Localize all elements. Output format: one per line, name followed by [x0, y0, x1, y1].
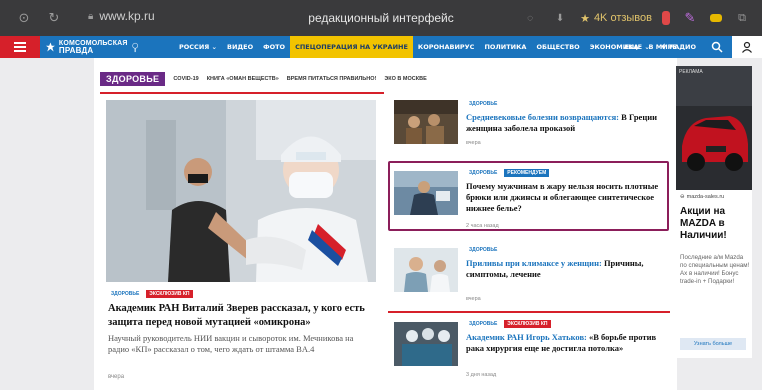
nav-region-label: РОССИЯ — [179, 43, 210, 51]
nav-item-coronavirus[interactable]: КОРОНАВИРУС — [413, 36, 480, 58]
nav-radio[interactable]: 🔈︎ РАДИО — [656, 36, 702, 58]
title-link-part: Средневековые болезни возвращаются: — [466, 112, 620, 122]
bookmark-icon[interactable] — [662, 11, 670, 25]
order-emblem-icon — [131, 42, 138, 53]
main-story-time: вчера — [108, 374, 125, 380]
surgeons-image — [394, 322, 458, 366]
ad-domain: ⊖ mazda-sales.ru — [680, 194, 724, 200]
chevron-down-icon: ⌄ — [644, 43, 650, 51]
nav-radio-label: РАДИО — [669, 43, 696, 51]
section-divider — [100, 92, 384, 94]
menu-icon-bar — [14, 42, 26, 44]
main-story-lead: Научный руководитель НИИ вакцин и сыворо… — [108, 333, 354, 354]
news-card[interactable]: ЗДОРОВЬЕ ЭКСКЛЮЗИВ КП Академик РАН Игорь… — [388, 314, 670, 388]
nav-more[interactable]: ЕЩЕ ⌄ — [619, 36, 656, 58]
news-card-title[interactable]: Академик РАН Игорь Хатьков: «В борьбе пр… — [466, 332, 666, 354]
tag-health[interactable]: ЗДОРОВЬЕ — [466, 320, 500, 328]
news-card-tags: ЗДОРОВЬЕ — [466, 246, 500, 254]
ad-badge: РЕКЛАМА — [679, 69, 703, 75]
nav-item-photo[interactable]: ФОТО — [258, 36, 290, 58]
news-thumb — [394, 322, 458, 366]
pen-icon[interactable]: ✎ — [680, 8, 700, 28]
red-car-image — [676, 66, 752, 190]
tag-health[interactable]: ЗДОРОВЬЕ — [466, 246, 500, 254]
site-header: КОМСОМОЛЬСКАЯ ПРАВДА РОССИЯ ⌄ ВИДЕО ФОТО… — [0, 36, 762, 58]
chevron-down-icon: ⌄ — [211, 43, 217, 51]
subtag-covid[interactable]: COVID-19 — [173, 76, 198, 82]
main-story-title[interactable]: Академик РАН Виталий Зверев рассказал, у… — [108, 302, 368, 330]
browser-logo-icon[interactable]: ⊙ — [14, 8, 34, 28]
news-card-time: 3 дня назад — [466, 372, 497, 378]
link-icon: ⊖ — [680, 194, 685, 200]
menu-button[interactable] — [0, 36, 40, 58]
rubric-health[interactable]: ЗДОРОВЬЕ — [100, 72, 166, 86]
nav-region[interactable]: РОССИЯ ⌄ — [174, 36, 222, 58]
news-card[interactable]: ЗДОРОВЬЕ Приливы при климаксе у женщин: … — [388, 238, 670, 308]
lock-icon: 🔒︎ — [88, 10, 94, 22]
reviews-badge[interactable]: ★ 4K отзывов — [580, 12, 652, 25]
reviews-text: 4K отзывов — [593, 12, 652, 24]
tag-exclusive[interactable]: ЭКСКЛЮЗИВ КП — [504, 320, 551, 328]
news-card-title[interactable]: Средневековые болезни возвращаются: В Гр… — [466, 112, 666, 134]
news-thumb — [394, 248, 458, 292]
nav-item-society[interactable]: ОБЩЕСТВО — [531, 36, 584, 58]
main-nav: РОССИЯ ⌄ ВИДЕО ФОТО СПЕЦОПЕРАЦИЯ НА УКРА… — [174, 36, 682, 58]
logo-star-icon — [46, 42, 55, 52]
content-area: ЗДОРОВЬЕ COVID-19 КНИГА «ОМАН ВЕЩЕСТВ» В… — [94, 58, 677, 390]
logo-line2: ПРАВДА — [58, 46, 94, 55]
editor-highlight-frame — [388, 161, 669, 231]
ad-text: Последние а/м Mazda по специальным ценам… — [680, 254, 750, 285]
browser-toolbar: ⊙ ↻ 🔒︎ www.kp.ru редакционный интерфейс … — [0, 0, 762, 36]
news-card-time: вчера — [466, 296, 481, 302]
search-button[interactable] — [702, 36, 732, 58]
address-bar[interactable]: 🔒︎ www.kp.ru — [88, 9, 155, 23]
ad-banner[interactable]: РЕКЛАМА ⊖ mazda-sales.ru Акции на MAZDA в… — [676, 66, 752, 358]
menu-icon-bar — [14, 46, 26, 48]
nav-item-special-operation[interactable]: СПЕЦОПЕРАЦИЯ НА УКРАИНЕ — [290, 36, 413, 58]
nav-more-label: ЕЩЕ — [624, 43, 643, 51]
tag-health[interactable]: ЗДОРОВЬЕ — [466, 100, 500, 108]
search-icon — [711, 41, 723, 53]
subtag-eco-moscow[interactable]: ЭКО В МОСКВЕ — [384, 76, 426, 82]
news-thumb — [394, 100, 458, 144]
woman-at-doctor-image — [394, 248, 458, 292]
main-story-photo[interactable] — [106, 100, 376, 282]
tag-exclusive[interactable]: ЭКСКЛЮЗИВ КП — [146, 290, 193, 298]
translate-icon[interactable]: ⧉ — [732, 8, 752, 28]
ad-image: РЕКЛАМА — [676, 66, 752, 190]
subtag-nutrition[interactable]: ВРЕМЯ ПИТАТЬСЯ ПРАВИЛЬНО! — [287, 76, 377, 82]
page-body: ЗДОРОВЬЕ COVID-19 КНИГА «ОМАН ВЕЩЕСТВ» В… — [0, 58, 762, 390]
ad-domain-text: mazda-sales.ru — [686, 194, 725, 200]
ad-learn-more-button[interactable]: Узнать больше — [680, 338, 746, 350]
nav-item-politics[interactable]: ПОЛИТИКА — [479, 36, 531, 58]
vaccination-photo-image — [106, 100, 376, 282]
news-card-time: вчера — [466, 140, 481, 146]
ad-block-icon[interactable]: ◌ — [520, 8, 540, 28]
news-divider — [388, 311, 670, 313]
main-story-tags: ЗДОРОВЬЕ ЭКСКЛЮЗИВ КП — [108, 290, 193, 298]
medieval-painting-image — [394, 100, 458, 144]
tag-health[interactable]: ЗДОРОВЬЕ — [108, 290, 142, 298]
user-icon — [742, 41, 752, 53]
subtag-book[interactable]: КНИГА «ОМАН ВЕЩЕСТВ» — [207, 76, 279, 82]
title-link-part: Академик РАН Игорь Хатьков: — [466, 332, 587, 342]
reload-icon[interactable]: ↻ — [44, 8, 64, 28]
url-text: www.kp.ru — [99, 9, 155, 23]
download-icon[interactable]: ⬇ — [550, 8, 570, 28]
news-card-title[interactable]: Приливы при климаксе у женщин: Причины, … — [466, 258, 666, 280]
title-link-part: Приливы при климаксе у женщин: — [466, 258, 602, 268]
news-card-tags: ЗДОРОВЬЕ ЭКСКЛЮЗИВ КП — [466, 320, 551, 328]
news-card-tags: ЗДОРОВЬЕ — [466, 100, 500, 108]
news-card[interactable]: ЗДОРОВЬЕ Средневековые болезни возвращаю… — [388, 92, 670, 162]
battery-icon — [710, 14, 722, 22]
nav-item-video[interactable]: ВИДЕО — [222, 36, 258, 58]
speaker-icon: 🔈︎ — [661, 42, 668, 52]
account-button[interactable] — [732, 36, 762, 58]
menu-icon-bar — [14, 50, 26, 52]
ad-title[interactable]: Акции на MAZDA в Наличии! — [680, 206, 752, 242]
site-logo[interactable]: КОМСОМОЛЬСКАЯ ПРАВДА — [40, 36, 138, 58]
rubric-row: ЗДОРОВЬЕ COVID-19 КНИГА «ОМАН ВЕЩЕСТВ» В… — [100, 72, 427, 86]
